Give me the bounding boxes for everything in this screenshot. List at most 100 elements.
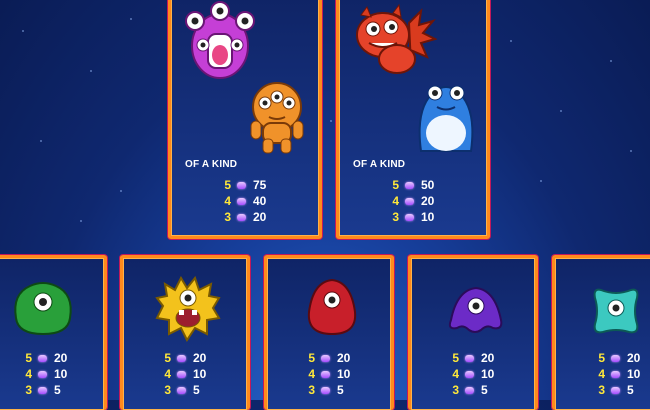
payout-value: 5 <box>54 383 61 397</box>
payout-value: 5 <box>627 383 634 397</box>
match-count: 3 <box>25 383 32 397</box>
gem-icon <box>321 354 330 362</box>
red-spiky-monster-icon <box>356 3 437 74</box>
payout-row: 5 20 <box>449 350 494 366</box>
gem-icon <box>465 370 474 378</box>
payout-value: 10 <box>481 367 495 381</box>
payout-value: 75 <box>253 178 267 192</box>
payout-value: 20 <box>481 351 495 365</box>
teal-blob-monster-icon <box>593 288 639 334</box>
paytable-panel-3: 5 20 4 10 35 <box>0 255 107 410</box>
gem-icon <box>405 213 414 221</box>
payout-list: 5 20 4 10 35 <box>141 350 206 398</box>
payout-value: 20 <box>54 351 68 365</box>
payout-value: 50 <box>421 178 435 192</box>
blue-frog-monster-icon <box>418 85 474 152</box>
payout-list: 5 20 4 10 35 <box>573 350 640 398</box>
payout-row: 4 10 <box>595 366 640 382</box>
payout-value: 5 <box>337 383 344 397</box>
paytable-panel-1: OF A KIND 5 75 4 40 3 20 <box>168 0 322 239</box>
match-count: 3 <box>392 210 399 224</box>
payout-row: 4 10 <box>161 366 206 382</box>
payout-row: 4 20 <box>389 193 434 209</box>
payout-row: 4 10 <box>305 366 350 382</box>
match-count: 3 <box>164 383 171 397</box>
match-count: 4 <box>25 367 32 381</box>
payout-list: 5 75 4 40 3 20 <box>221 177 266 225</box>
payout-list: 5 50 4 20 3 10 <box>389 177 434 225</box>
payout-value: 20 <box>421 194 435 208</box>
match-count: 5 <box>452 351 459 365</box>
match-count: 5 <box>164 351 171 365</box>
payout-value: 10 <box>421 210 435 224</box>
payout-row: 35 <box>595 382 640 398</box>
gem-icon <box>465 386 474 394</box>
match-count: 5 <box>392 178 399 192</box>
payout-value: 5 <box>193 383 200 397</box>
gem-icon <box>465 354 474 362</box>
gem-icon <box>237 181 246 189</box>
match-count: 4 <box>598 367 605 381</box>
gem-icon <box>237 213 246 221</box>
match-count: 3 <box>598 383 605 397</box>
match-count: 4 <box>224 194 231 208</box>
payout-value: 40 <box>253 194 267 208</box>
gem-icon <box>321 386 330 394</box>
gem-icon <box>405 197 414 205</box>
gem-icon <box>38 354 47 362</box>
paytable-panel-6: 5 20 4 10 35 <box>408 255 538 410</box>
gem-icon <box>611 354 620 362</box>
payout-value: 20 <box>193 351 207 365</box>
payout-row: 5 20 <box>595 350 640 366</box>
paytable-panel-5: 5 20 4 10 35 <box>264 255 394 410</box>
of-a-kind-label: OF A KIND <box>353 159 406 170</box>
payout-row: 4 10 <box>449 366 494 382</box>
payout-value: 5 <box>481 383 488 397</box>
paytable-panel-7: 5 20 4 10 35 <box>552 255 650 410</box>
gem-icon <box>611 386 620 394</box>
payout-list: 5 20 4 10 35 <box>0 350 67 398</box>
gem-icon <box>321 370 330 378</box>
payout-row: 35 <box>161 382 206 398</box>
gem-icon <box>405 181 414 189</box>
purple-multi-eye-monster-icon <box>185 1 255 79</box>
payout-row: 35 <box>22 382 67 398</box>
match-count: 4 <box>308 367 315 381</box>
yellow-fuzzy-monster-icon <box>155 276 221 342</box>
red-blob-monster-icon <box>307 278 357 336</box>
paytable-panel-4: 5 20 4 10 35 <box>120 255 250 410</box>
payout-row: 3 20 <box>221 209 266 225</box>
match-count: 3 <box>308 383 315 397</box>
gem-icon <box>177 370 186 378</box>
orange-three-eye-monster-icon <box>250 82 304 154</box>
payout-list: 5 20 4 10 35 <box>429 350 494 398</box>
payout-row: 5 50 <box>389 177 434 193</box>
payout-row: 5 20 <box>161 350 206 366</box>
green-furry-monster-icon <box>14 282 72 336</box>
gem-icon <box>38 370 47 378</box>
match-count: 5 <box>224 178 231 192</box>
payout-list: 5 20 4 10 35 <box>285 350 350 398</box>
match-count: 5 <box>598 351 605 365</box>
match-count: 5 <box>25 351 32 365</box>
match-count: 3 <box>224 210 231 224</box>
gem-icon <box>177 354 186 362</box>
payout-value: 20 <box>627 351 641 365</box>
payout-row: 5 20 <box>22 350 67 366</box>
payout-value: 20 <box>337 351 351 365</box>
match-count: 4 <box>392 194 399 208</box>
of-a-kind-label: OF A KIND <box>185 159 238 170</box>
payout-row: 5 75 <box>221 177 266 193</box>
match-count: 5 <box>308 351 315 365</box>
payout-row: 35 <box>305 382 350 398</box>
payout-row: 35 <box>449 382 494 398</box>
payout-value: 10 <box>193 367 207 381</box>
gem-icon <box>38 386 47 394</box>
payout-row: 4 10 <box>22 366 67 382</box>
payout-value: 20 <box>253 210 267 224</box>
gem-icon <box>237 197 246 205</box>
gem-icon <box>611 370 620 378</box>
match-count: 4 <box>452 367 459 381</box>
payout-row: 3 10 <box>389 209 434 225</box>
payout-row: 4 40 <box>221 193 266 209</box>
